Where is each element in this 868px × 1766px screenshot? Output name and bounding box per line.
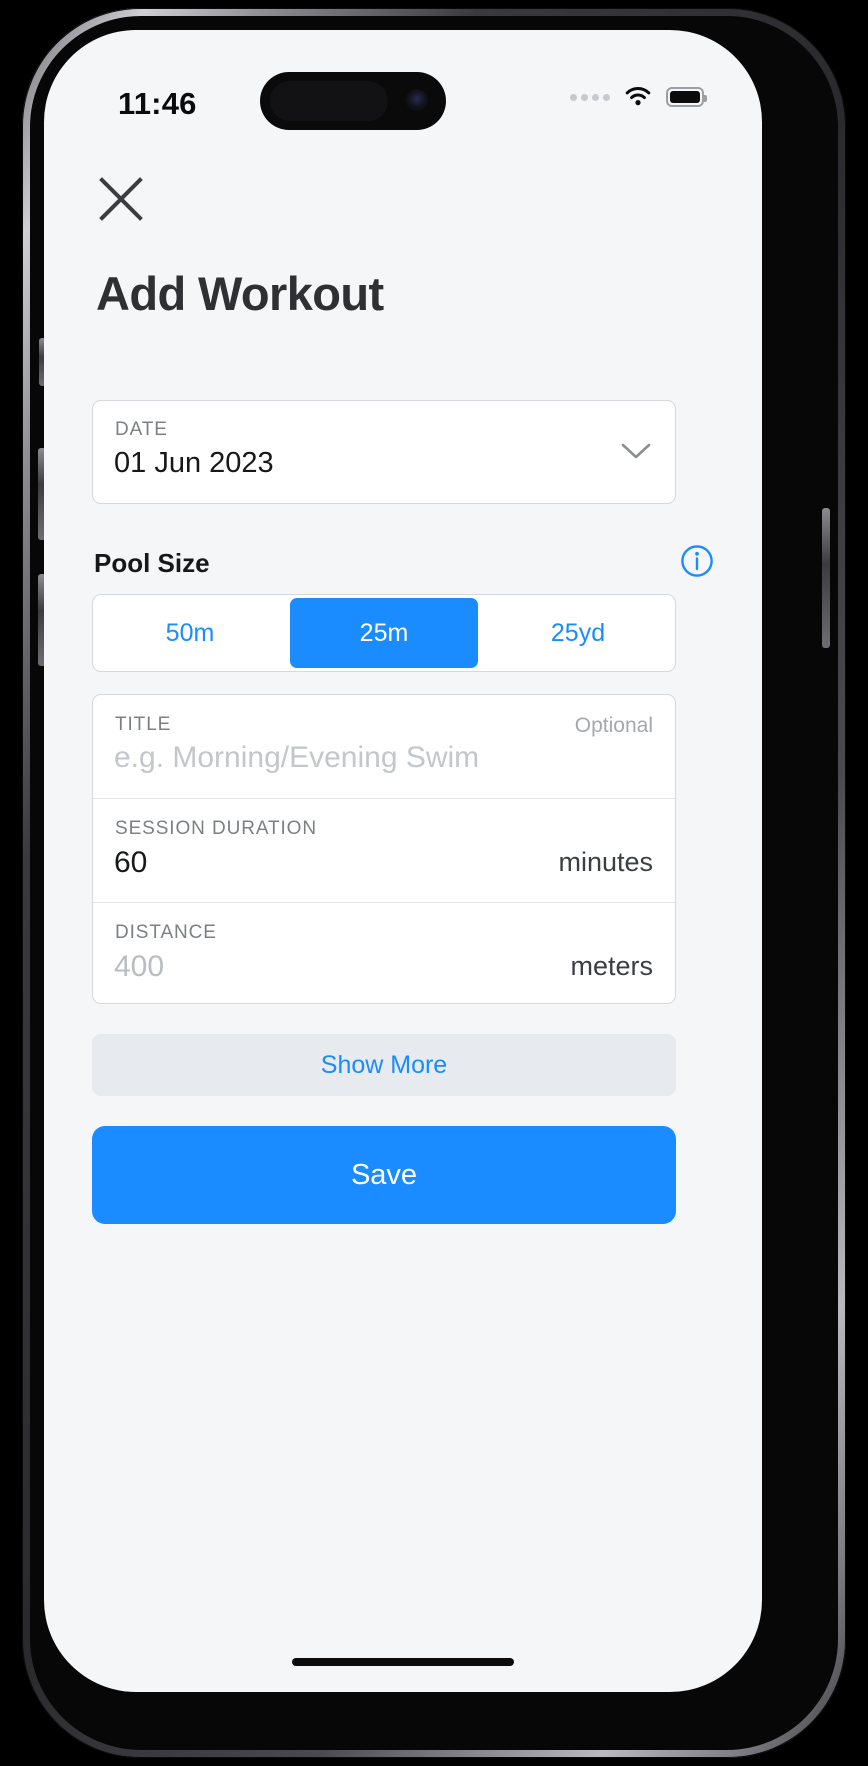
distance-unit: meters [570,951,653,981]
pool-size-option-50m[interactable]: 50m [96,598,284,668]
date-field[interactable]: DATE 01 Jun 2023 [92,400,676,504]
home-indicator[interactable] [292,1658,514,1666]
date-label: DATE [115,419,168,440]
session-duration-row[interactable]: SESSION DURATION 60 minutes [93,799,675,903]
pool-size-segmented-control[interactable]: 50m 25m 25yd [92,594,676,672]
phone-screen: 11:46 Add Workout DATE 01 Jun 2023 Pool … [44,30,762,1692]
show-more-button[interactable]: Show More [92,1034,676,1096]
title-optional-badge: Optional [574,714,653,737]
battery-icon [666,87,707,107]
front-camera-icon [406,89,428,111]
screenshot-stage: 11:46 Add Workout DATE 01 Jun 2023 Pool … [0,0,868,1766]
dynamic-island [260,72,446,130]
wifi-icon [625,87,651,106]
pool-size-option-25yd[interactable]: 25yd [484,598,672,668]
power-button[interactable] [822,508,830,648]
title-input[interactable]: e.g. Morning/Evening Swim [114,741,479,775]
save-button[interactable]: Save [92,1126,676,1224]
close-button[interactable] [94,172,148,226]
phone-frame: 11:46 Add Workout DATE 01 Jun 2023 Pool … [22,8,846,1758]
close-x-icon [99,177,143,221]
workout-details-card: TITLE Optional e.g. Morning/Evening Swim… [92,694,676,1004]
dynamic-island-pill [270,81,388,121]
signal-dots-icon [570,93,610,101]
status-bar-time: 11:46 [118,86,197,121]
status-bar-indicators [570,86,707,108]
title-row[interactable]: TITLE Optional e.g. Morning/Evening Swim [93,695,675,799]
distance-input[interactable]: 400 [114,950,164,984]
info-circle-icon[interactable] [680,544,714,578]
distance-row[interactable]: DISTANCE 400 meters [93,903,675,1006]
distance-label: DISTANCE [115,922,217,943]
pool-size-heading: Pool Size [94,548,210,578]
page-title: Add Workout [96,267,384,320]
chevron-down-icon[interactable] [619,439,653,463]
session-duration-input[interactable]: 60 [114,846,147,880]
status-bar: 11:46 [44,30,762,130]
pool-size-option-25m[interactable]: 25m [290,598,478,668]
session-duration-unit: minutes [558,847,653,877]
date-value: 01 Jun 2023 [114,447,274,479]
session-duration-label: SESSION DURATION [115,818,317,839]
title-label: TITLE [115,714,172,735]
